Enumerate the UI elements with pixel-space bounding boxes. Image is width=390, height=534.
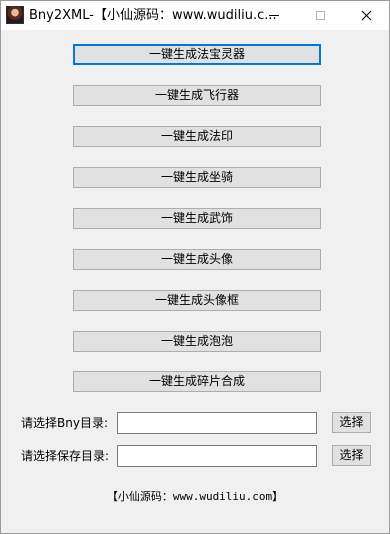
window-title: Bny2XML-【小仙源码：www.wudiliu.c... — [29, 8, 277, 23]
app-icon — [6, 6, 24, 24]
generate-paopao-button[interactable]: 一键生成泡泡 — [73, 331, 321, 352]
generate-touxiangkuang-button[interactable]: 一键生成头像框 — [73, 290, 321, 311]
title-bar: Bny2XML-【小仙源码：www.wudiliu.c... — [1, 1, 389, 30]
generate-touxiang-button[interactable]: 一键生成头像 — [73, 249, 321, 270]
close-button[interactable] — [343, 1, 389, 30]
close-icon — [361, 10, 372, 21]
generate-fabao-lingqi-button[interactable]: 一键生成法宝灵器 — [73, 44, 321, 65]
save-dir-input[interactable] — [117, 445, 317, 467]
generate-wushi-button[interactable]: 一键生成武饰 — [73, 208, 321, 229]
minimize-button[interactable] — [251, 1, 297, 30]
bny-dir-select-button[interactable]: 选择 — [332, 412, 371, 433]
maximize-button — [297, 1, 343, 30]
maximize-icon — [315, 11, 325, 20]
generate-zuoqi-button[interactable]: 一键生成坐骑 — [73, 167, 321, 188]
minimize-icon — [269, 15, 279, 16]
bny-dir-input[interactable] — [117, 412, 317, 434]
app-window: Bny2XML-【小仙源码：www.wudiliu.c... 一键生成法宝灵器 … — [0, 0, 390, 534]
footer-link-text: 【小仙源码：www.wudiliu.com】 — [106, 490, 284, 503]
bny-dir-label: 请选择Bny目录: — [21, 416, 108, 430]
save-dir-label: 请选择保存目录: — [21, 449, 110, 463]
save-dir-select-button[interactable]: 选择 — [332, 445, 371, 466]
generate-fayin-button[interactable]: 一键生成法印 — [73, 126, 321, 147]
generate-suipian-hecheng-button[interactable]: 一键生成碎片合成 — [73, 371, 321, 392]
generate-feixingqi-button[interactable]: 一键生成飞行器 — [73, 85, 321, 106]
